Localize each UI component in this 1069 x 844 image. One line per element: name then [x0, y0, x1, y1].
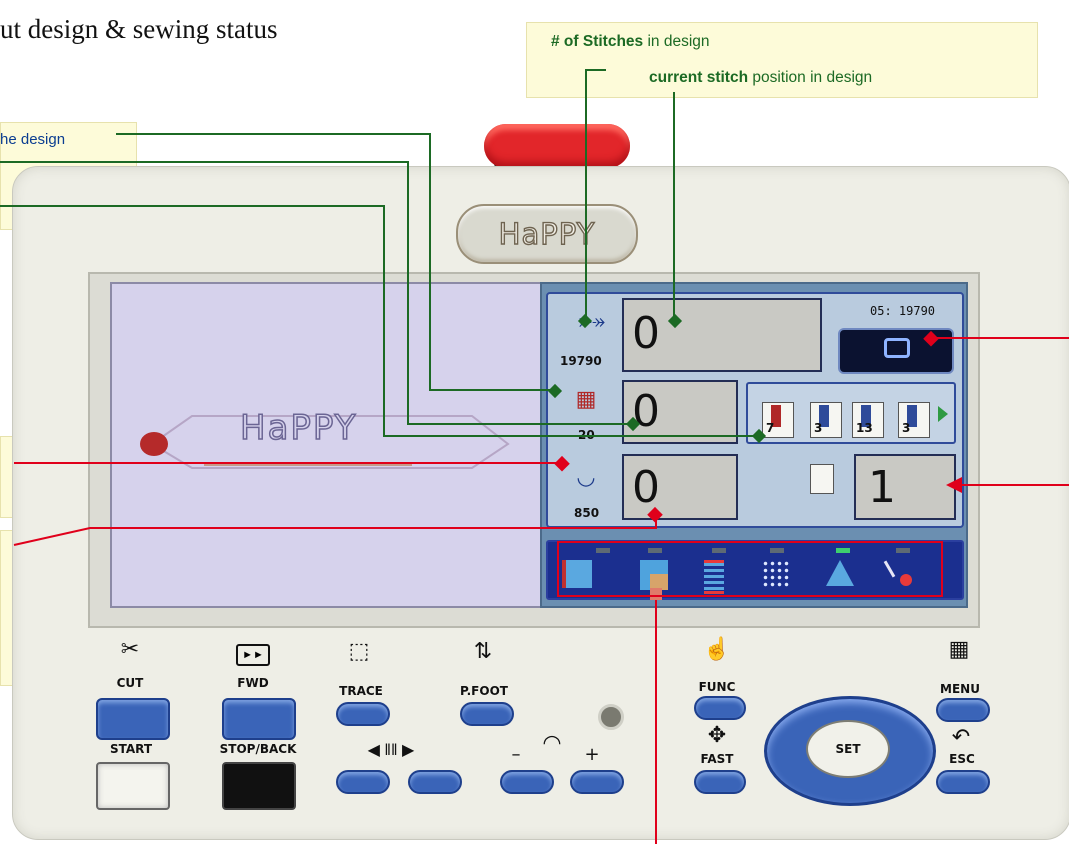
callout-lines — [0, 69, 1069, 844]
